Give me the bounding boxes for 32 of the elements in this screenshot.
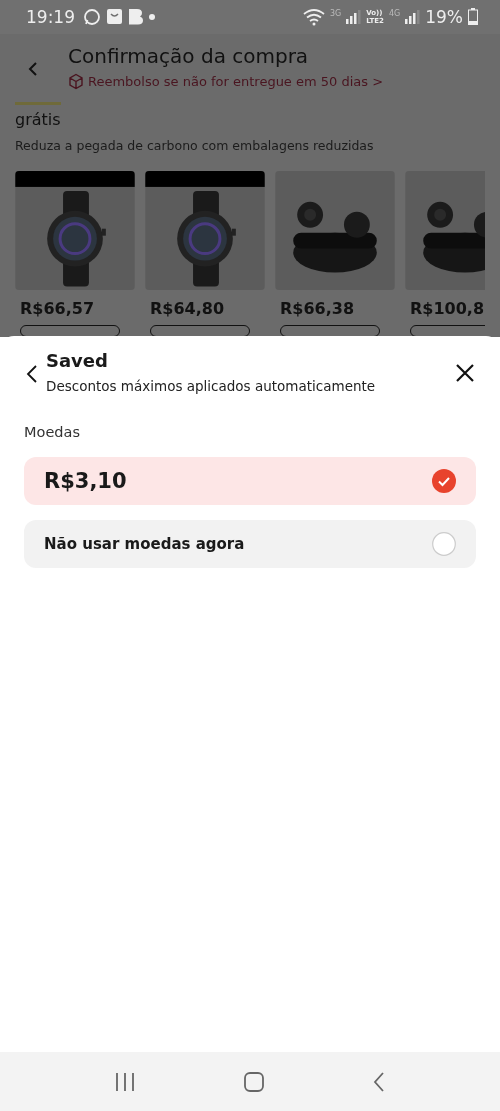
battery-percent: 19%	[425, 6, 463, 27]
network-type: 3G	[329, 9, 342, 18]
sheet-subtitle: Descontos máximos aplicados automaticamente	[46, 378, 377, 394]
section-title: grátis	[15, 109, 62, 129]
sheet-title: Saved	[46, 350, 109, 371]
coin-option[interactable]: R$3,10	[24, 457, 476, 505]
back-icon[interactable]	[24, 363, 40, 385]
section-label: Moedas	[24, 424, 81, 440]
network-type: 4G	[388, 9, 401, 18]
recents-icon[interactable]	[113, 1071, 136, 1092]
product-price: R$66,57	[20, 299, 96, 319]
product-price: R$66,38	[280, 299, 356, 319]
app-icon	[128, 8, 143, 26]
product-price: R$64,80	[150, 299, 226, 319]
section-description: Reduza a pegada de carbono com embalagens reduzidas	[15, 137, 375, 153]
bag-icon	[106, 8, 123, 26]
signal-icon	[405, 9, 421, 25]
box-icon	[68, 72, 84, 90]
wifi-icon	[302, 7, 325, 26]
close-icon[interactable]	[454, 362, 476, 384]
page-title: Confirmação da compra	[68, 43, 310, 68]
radio-button[interactable]	[432, 532, 456, 556]
chat-icon	[83, 7, 101, 26]
battery-icon	[468, 8, 478, 26]
home-icon[interactable]	[243, 1070, 265, 1093]
product-price: R$100,8	[410, 299, 485, 319]
coin-option[interactable]: Não usar moedas agora	[24, 520, 476, 568]
tab-indicator	[15, 101, 61, 105]
check-icon[interactable]	[432, 469, 456, 493]
notification-dot-icon	[148, 12, 156, 21]
clock: 19:19	[26, 6, 75, 27]
signal-icon	[346, 9, 362, 25]
